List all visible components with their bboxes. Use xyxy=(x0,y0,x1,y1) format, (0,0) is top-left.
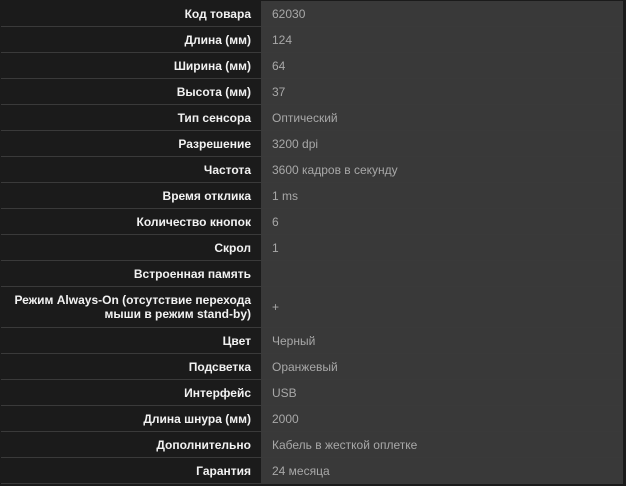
spec-row-warranty: Гарантия 24 месяца xyxy=(1,457,623,484)
spec-label: Цвет xyxy=(1,327,261,354)
spec-row-backlight: Подсветка Оранжевый xyxy=(1,353,623,380)
spec-row-width: Ширина (мм) 64 xyxy=(1,52,623,79)
spec-value: 2000 xyxy=(261,405,623,432)
spec-label: Ширина (мм) xyxy=(1,52,261,79)
spec-label: Скрол xyxy=(1,234,261,261)
spec-row-height: Высота (мм) 37 xyxy=(1,78,623,105)
spec-row-button-count: Количество кнопок 6 xyxy=(1,208,623,235)
spec-label: Время отклика xyxy=(1,182,261,209)
spec-row-sensor-type: Тип сенсора Оптический xyxy=(1,104,623,131)
spec-label: Тип сенсора xyxy=(1,104,261,131)
spec-label: Интерфейс xyxy=(1,379,261,406)
spec-value: 3600 кадров в секунду xyxy=(261,156,623,183)
spec-value: + xyxy=(261,286,623,328)
spec-row-interface: Интерфейс USB xyxy=(1,379,623,406)
spec-label: Длина (мм) xyxy=(1,26,261,53)
spec-label: Встроенная память xyxy=(1,260,261,287)
spec-label: Количество кнопок xyxy=(1,208,261,235)
spec-label: Длина шнура (мм) xyxy=(1,405,261,432)
spec-row-product-code: Код товара 62030 xyxy=(1,1,623,27)
specifications-table: Код товара 62030 Длина (мм) 124 Ширина (… xyxy=(1,1,623,484)
spec-label: Частота xyxy=(1,156,261,183)
spec-label: Режим Always-On (отсутствие перехода мыш… xyxy=(1,286,261,328)
spec-value: 6 xyxy=(261,208,623,235)
spec-row-built-in-memory: Встроенная память xyxy=(1,260,623,287)
spec-value: 1 ms xyxy=(261,182,623,209)
spec-row-length: Длина (мм) 124 xyxy=(1,26,623,53)
spec-value: 62030 xyxy=(261,1,623,27)
spec-row-frequency: Частота 3600 кадров в секунду xyxy=(1,156,623,183)
spec-value xyxy=(261,260,623,287)
spec-value: 37 xyxy=(261,78,623,105)
spec-value: 3200 dpi xyxy=(261,130,623,157)
spec-label: Код товара xyxy=(1,1,261,27)
spec-label: Гарантия xyxy=(1,457,261,484)
spec-row-additional: Дополнительно Кабель в жесткой оплетке xyxy=(1,431,623,458)
spec-row-cable-length: Длина шнура (мм) 2000 xyxy=(1,405,623,432)
spec-value: 64 xyxy=(261,52,623,79)
spec-row-resolution: Разрешение 3200 dpi xyxy=(1,130,623,157)
spec-label: Высота (мм) xyxy=(1,78,261,105)
spec-row-always-on-mode: Режим Always-On (отсутствие перехода мыш… xyxy=(1,286,623,328)
spec-value: 24 месяца xyxy=(261,457,623,484)
spec-value: USB xyxy=(261,379,623,406)
spec-value: Оптический xyxy=(261,104,623,131)
spec-label: Подсветка xyxy=(1,353,261,380)
spec-row-response-time: Время отклика 1 ms xyxy=(1,182,623,209)
spec-label: Разрешение xyxy=(1,130,261,157)
spec-row-color: Цвет Черный xyxy=(1,327,623,354)
spec-value: 124 xyxy=(261,26,623,53)
spec-value: Кабель в жесткой оплетке xyxy=(261,431,623,458)
spec-row-scroll: Скрол 1 xyxy=(1,234,623,261)
spec-value: Черный xyxy=(261,327,623,354)
spec-label: Дополнительно xyxy=(1,431,261,458)
spec-value: Оранжевый xyxy=(261,353,623,380)
spec-value: 1 xyxy=(261,234,623,261)
